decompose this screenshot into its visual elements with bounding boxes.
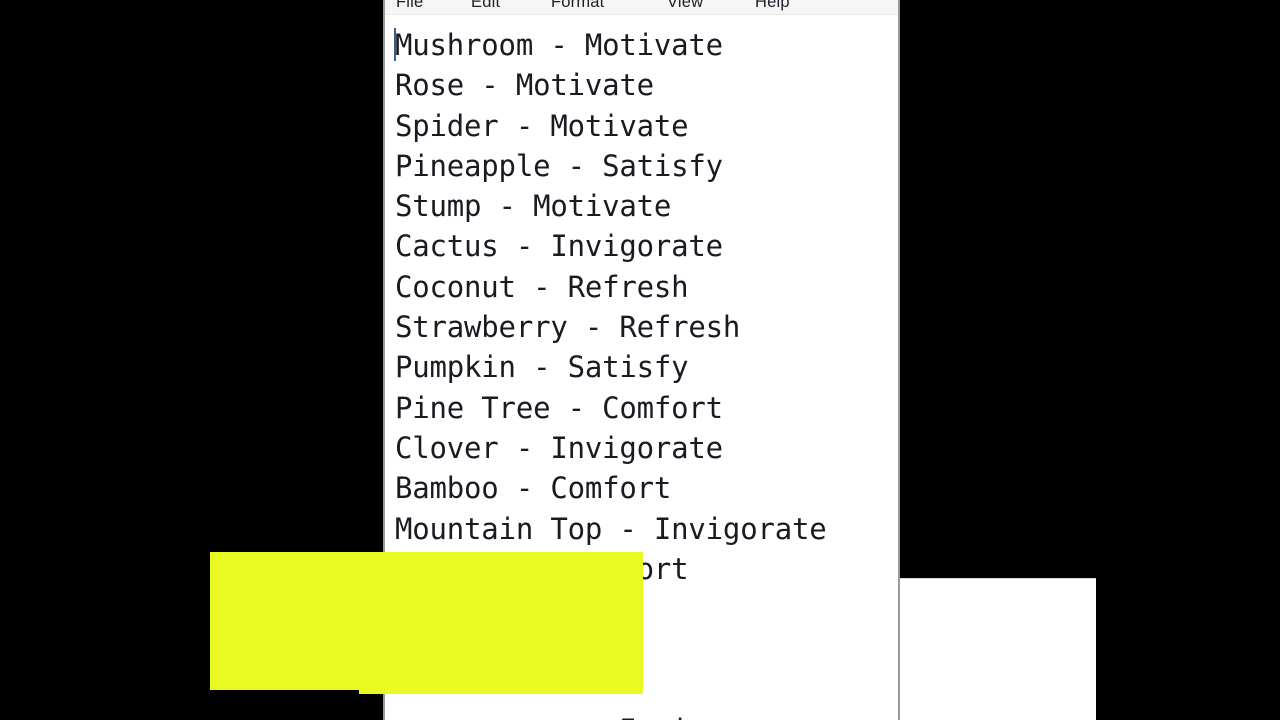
menu-item-help[interactable]: Help bbox=[755, 0, 790, 12]
yellow-redaction-overlay bbox=[210, 552, 643, 690]
menu-item-file[interactable]: File bbox=[396, 0, 423, 12]
menu-bar: File Edit Format View Help bbox=[385, 0, 898, 15]
document-line: pper - Invig bbox=[395, 710, 827, 720]
document-line: Cactus - Invigorate bbox=[395, 229, 723, 264]
menu-item-edit[interactable]: Edit bbox=[471, 0, 500, 12]
document-line: Mushroom - Motivate bbox=[395, 28, 723, 62]
document-line: Stump - Motivate bbox=[395, 189, 672, 224]
document-line: Coconut - Refresh bbox=[395, 269, 689, 304]
yellow-redaction-overlay-tail bbox=[359, 688, 643, 694]
document-line: Bamboo - Comfort bbox=[395, 471, 672, 506]
menu-item-format[interactable]: Format bbox=[551, 0, 604, 12]
document-line: Strawberry - Refresh bbox=[395, 310, 741, 345]
screen: File Edit Format View Help Mushroom - Mo… bbox=[0, 0, 1280, 720]
document-line: Spider - Motivate bbox=[395, 108, 689, 143]
document-line: Pine Tree - Comfort bbox=[395, 390, 723, 425]
menu-item-view[interactable]: View bbox=[667, 0, 703, 12]
background-window-panel[interactable] bbox=[898, 578, 1096, 720]
document-line: Rose - Motivate bbox=[395, 68, 654, 103]
document-line: Mountain Top - Invigorate bbox=[395, 511, 827, 546]
document-line: Pineapple - Satisfy bbox=[395, 148, 723, 183]
document-line: Clover - Invigorate bbox=[395, 430, 723, 465]
document-line: Pumpkin - Satisfy bbox=[395, 350, 689, 385]
